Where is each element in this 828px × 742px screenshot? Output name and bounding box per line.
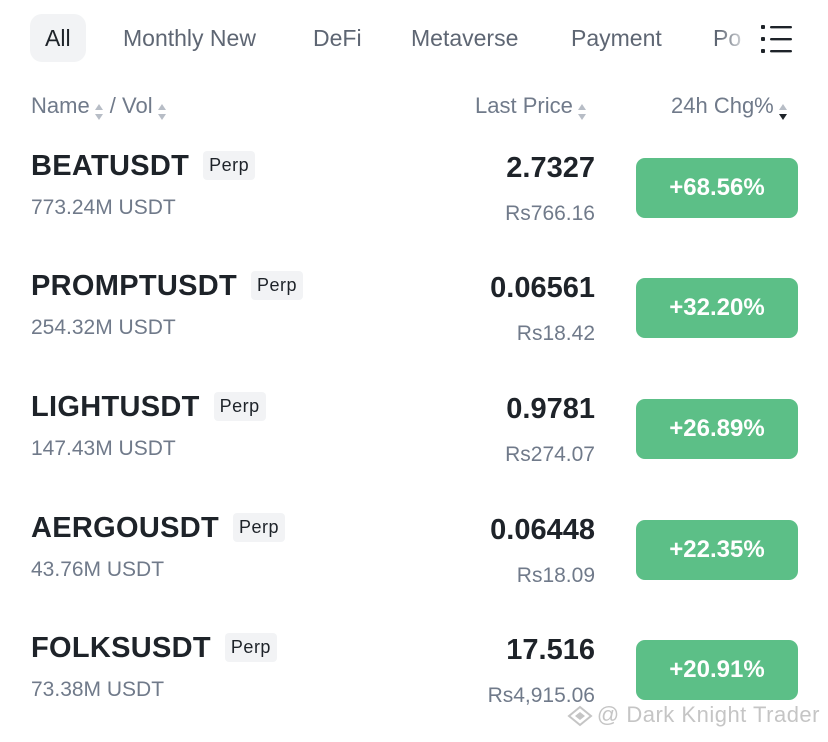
change-sort[interactable]: 24h Chg% xyxy=(671,86,788,126)
tab-metaverse[interactable]: Metaverse xyxy=(411,14,518,62)
change-badge[interactable]: +26.89% xyxy=(636,399,798,459)
volume-text: 147.43M USDT xyxy=(31,437,176,460)
perp-badge: Perp xyxy=(224,633,277,662)
market-row[interactable]: AERGOUSDT Perp 43.76M USDT 0.06448 Rs18.0… xyxy=(0,504,828,624)
symbol-name: PROMPTUSDT xyxy=(31,270,237,302)
watermark-text: @ Dark Knight Trader xyxy=(596,702,820,727)
last-price: 0.06561 xyxy=(490,272,595,304)
perp-badge: Perp xyxy=(203,151,256,180)
last-price: 2.7327 xyxy=(506,152,595,184)
change-badge[interactable]: +68.56% xyxy=(636,158,798,218)
tab-payment[interactable]: Payment xyxy=(571,14,662,62)
market-row[interactable]: BEATUSDT Perp 773.24M USDT 2.7327 Rs766.1… xyxy=(0,142,828,262)
change-badge[interactable]: +20.91% xyxy=(636,640,798,700)
symbol-name: AERGOUSDT xyxy=(31,512,219,544)
name-vol-sort[interactable]: Name / Vol xyxy=(31,86,167,126)
volume-text: 43.76M USDT xyxy=(31,558,165,581)
fiat-price: Rs18.42 xyxy=(516,322,595,345)
sort-arrows-icon xyxy=(157,95,167,121)
tab-all[interactable]: All xyxy=(30,14,86,62)
watermark: @ Dark Knight Trader xyxy=(567,702,820,728)
market-list-header: Name / Vol Last Price 24h Chg% xyxy=(0,86,828,126)
volume-text: 73.38M USDT xyxy=(31,678,165,701)
change-label: 24h Chg% xyxy=(671,93,774,118)
volume-text: 254.32M USDT xyxy=(31,316,176,339)
perp-badge: Perp xyxy=(251,271,304,300)
last-price: 17.516 xyxy=(506,634,595,666)
volume-text: 773.24M USDT xyxy=(31,196,176,219)
perp-badge: Perp xyxy=(233,513,286,542)
symbol-name: LIGHTUSDT xyxy=(31,391,200,423)
sort-arrows-icon xyxy=(94,95,104,121)
tab-defi[interactable]: DeFi xyxy=(313,14,362,62)
market-row[interactable]: PROMPTUSDT Perp 254.32M USDT 0.06561 Rs18… xyxy=(0,262,828,382)
list-menu-icon[interactable] xyxy=(754,17,798,61)
tab-monthly-new[interactable]: Monthly New xyxy=(123,14,256,62)
perp-badge: Perp xyxy=(213,392,266,421)
last-price-sort[interactable]: Last Price xyxy=(475,86,587,126)
symbol-name: BEATUSDT xyxy=(31,150,190,182)
name-vol-separator: / xyxy=(103,93,123,118)
fiat-price: Rs766.16 xyxy=(505,202,595,225)
change-badge[interactable]: +32.20% xyxy=(636,278,798,338)
market-row[interactable]: LIGHTUSDT Perp 147.43M USDT 0.9781 Rs274.… xyxy=(0,383,828,503)
last-price-label: Last Price xyxy=(475,93,573,118)
fiat-price: Rs274.07 xyxy=(505,443,595,466)
fiat-price: Rs18.09 xyxy=(516,564,595,587)
last-price: 0.06448 xyxy=(490,514,595,546)
sort-desc-active-icon xyxy=(778,95,788,121)
tabs-fade-overlay xyxy=(718,10,758,66)
diamond-logo-icon xyxy=(567,705,593,727)
category-tabs: All Monthly New DeFi Metaverse Payment P… xyxy=(0,0,828,80)
change-badge[interactable]: +22.35% xyxy=(636,520,798,580)
name-sort-label: Name xyxy=(31,93,90,118)
vol-sort-label: Vol xyxy=(122,93,153,118)
sort-arrows-icon xyxy=(577,95,587,121)
last-price: 0.9781 xyxy=(506,393,595,425)
symbol-name: FOLKSUSDT xyxy=(31,632,211,664)
